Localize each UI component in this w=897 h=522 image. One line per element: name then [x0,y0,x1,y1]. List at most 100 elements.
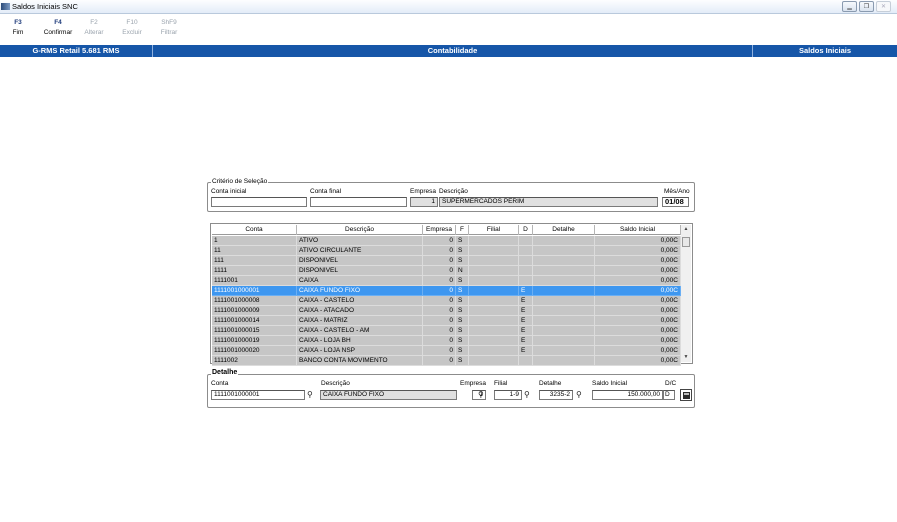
table-row[interactable]: 1111001000015 CAIXA - CASTELO - AM 0 S E 0,00… [212,326,681,336]
cell-account: 1111001000009 [212,306,297,316]
cell-detail [533,326,595,336]
delete-button[interactable]: F10 Excluir [118,19,146,36]
detail-balance-input[interactable]: 150.000,00 [592,390,663,400]
table-row[interactable]: 1 ATIVO 0 S 0,00C [212,236,681,246]
cell-branch [469,256,519,266]
scroll-up-icon[interactable]: ▲ [681,225,691,234]
filter-button[interactable]: ShF9 Filtrar [155,19,183,36]
delete-label: Excluir [122,29,142,36]
table-row[interactable]: 1111001000020 CAIXA - LOJA NSP 0 S E 0,00C [212,346,681,356]
cell-d: E [519,336,533,346]
cell-company: 0 [423,246,456,256]
cell-f: S [456,306,469,316]
cell-company: 0 [423,316,456,326]
company-description-field: SUPERMERCADOS PERIM [439,197,658,207]
col-header-d[interactable]: D [519,225,533,235]
cell-detail [533,346,595,356]
save-disk-icon [683,392,690,399]
col-header-account[interactable]: Conta [212,225,297,235]
binoculars-icon[interactable]: ⚲ [576,390,587,399]
app-version-label: G-RMS Retail 5.681 RMS [32,46,120,55]
table-row[interactable]: 11 ATIVO CIRCULANTE 0 S 0,00C [212,246,681,256]
cell-initial-balance: 0,00C [595,316,681,326]
detail-branch-label: Filial [494,380,508,387]
cell-description: ATIVO [297,236,423,246]
cell-initial-balance: 0,00C [595,276,681,286]
accounts-grid: Conta Descrição Empresa F Filial D Detal… [210,223,693,366]
detail-branch-input[interactable]: 1-9 [494,390,522,400]
minimize-icon[interactable]: ▁ [842,1,857,12]
cell-d [519,266,533,276]
cell-branch [469,306,519,316]
cell-account: 1111001000008 [212,296,297,306]
restore-icon[interactable]: ❐ [859,1,874,12]
scroll-thumb[interactable] [682,237,690,247]
cell-company: 0 [423,306,456,316]
selection-criteria-legend: Critério de Seleção [211,178,269,185]
table-row[interactable]: 1111002 BANCO CONTA MOVIMENTO 0 S 0,00C [212,356,681,366]
delete-key: F10 [126,19,138,26]
col-header-branch[interactable]: Filial [469,225,519,235]
col-header-description[interactable]: Descrição [297,225,423,235]
binoculars-icon[interactable]: ⚲ [478,390,489,399]
table-row[interactable]: 1111 DISPONIVEL 0 N 0,00C [212,266,681,276]
cell-account: 1111001000019 [212,336,297,346]
table-row[interactable]: 1111001 CAIXA 0 S 0,00C [212,276,681,286]
col-header-initial-balance[interactable]: Saldo Inicial [595,225,681,235]
company-input[interactable]: 1 [410,197,438,207]
detail-legend: Detalhe [211,369,239,376]
cell-initial-balance: 0,00C [595,346,681,356]
detail-detail-input[interactable]: 3235-2 [539,390,573,400]
final-account-input[interactable] [310,197,407,207]
table-row[interactable]: 1111001000009 CAIXA - ATACADO 0 S E 0,00C [212,306,681,316]
cell-d: E [519,296,533,306]
col-header-f[interactable]: F [456,225,469,235]
col-header-company[interactable]: Empresa [423,225,456,235]
window-title: Saldos Iniciais SNC [12,2,78,11]
cell-description: CAIXA - CASTELO [297,296,423,306]
edit-key: F2 [90,19,98,26]
save-button[interactable] [680,389,692,401]
table-row[interactable]: 1111001000001 CAIXA FUNDO FIXO 0 S E 0,00C [212,286,681,296]
cell-company: 0 [423,266,456,276]
cell-branch [469,276,519,286]
cell-branch [469,296,519,306]
cell-detail [533,306,595,316]
table-row[interactable]: 1111001000014 CAIXA - MATRIZ 0 S E 0,00C [212,316,681,326]
grid-scrollbar[interactable]: ▲ ▼ [681,225,691,362]
cell-d [519,236,533,246]
cell-d [519,256,533,266]
cell-account: 111 [212,256,297,266]
cell-f: S [456,316,469,326]
binoculars-icon[interactable]: ⚲ [524,390,535,399]
cell-initial-balance: 0,00C [595,286,681,296]
detail-account-input[interactable]: 1111001000001 [211,390,305,400]
cell-branch [469,286,519,296]
edit-button[interactable]: F2 Alterar [80,19,108,36]
detail-company-label: Empresa [460,380,487,387]
detail-dc-input[interactable]: D [663,390,675,400]
cell-description: DISPONIVEL [297,256,423,266]
month-year-input[interactable]: 01/08 [662,197,689,207]
cell-branch [469,346,519,356]
cell-detail [533,286,595,296]
table-row[interactable]: 111 DISPONIVEL 0 S 0,00C [212,256,681,266]
confirm-button[interactable]: F4 Confirmar [38,19,78,36]
detail-balance-label: Saldo Inicial [592,380,628,387]
module-label: Contabilidade [427,46,478,55]
cell-d: E [519,316,533,326]
window-controls: ▁ ❐ ✕ [842,1,891,12]
description-label: Descrição [439,188,468,195]
binoculars-icon[interactable]: ⚲ [307,390,318,399]
initial-account-input[interactable] [211,197,307,207]
col-header-detail[interactable]: Detalhe [533,225,595,235]
table-row[interactable]: 1111001000019 CAIXA - LOJA BH 0 S E 0,00C [212,336,681,346]
end-button[interactable]: F3 Fim [8,19,28,36]
close-icon[interactable]: ✕ [876,1,891,12]
scroll-down-icon[interactable]: ▼ [681,353,691,362]
cell-initial-balance: 0,00C [595,306,681,316]
cell-detail [533,246,595,256]
cell-account: 1111 [212,266,297,276]
cell-company: 0 [423,296,456,306]
table-row[interactable]: 1111001000008 CAIXA - CASTELO 0 S E 0,00C [212,296,681,306]
